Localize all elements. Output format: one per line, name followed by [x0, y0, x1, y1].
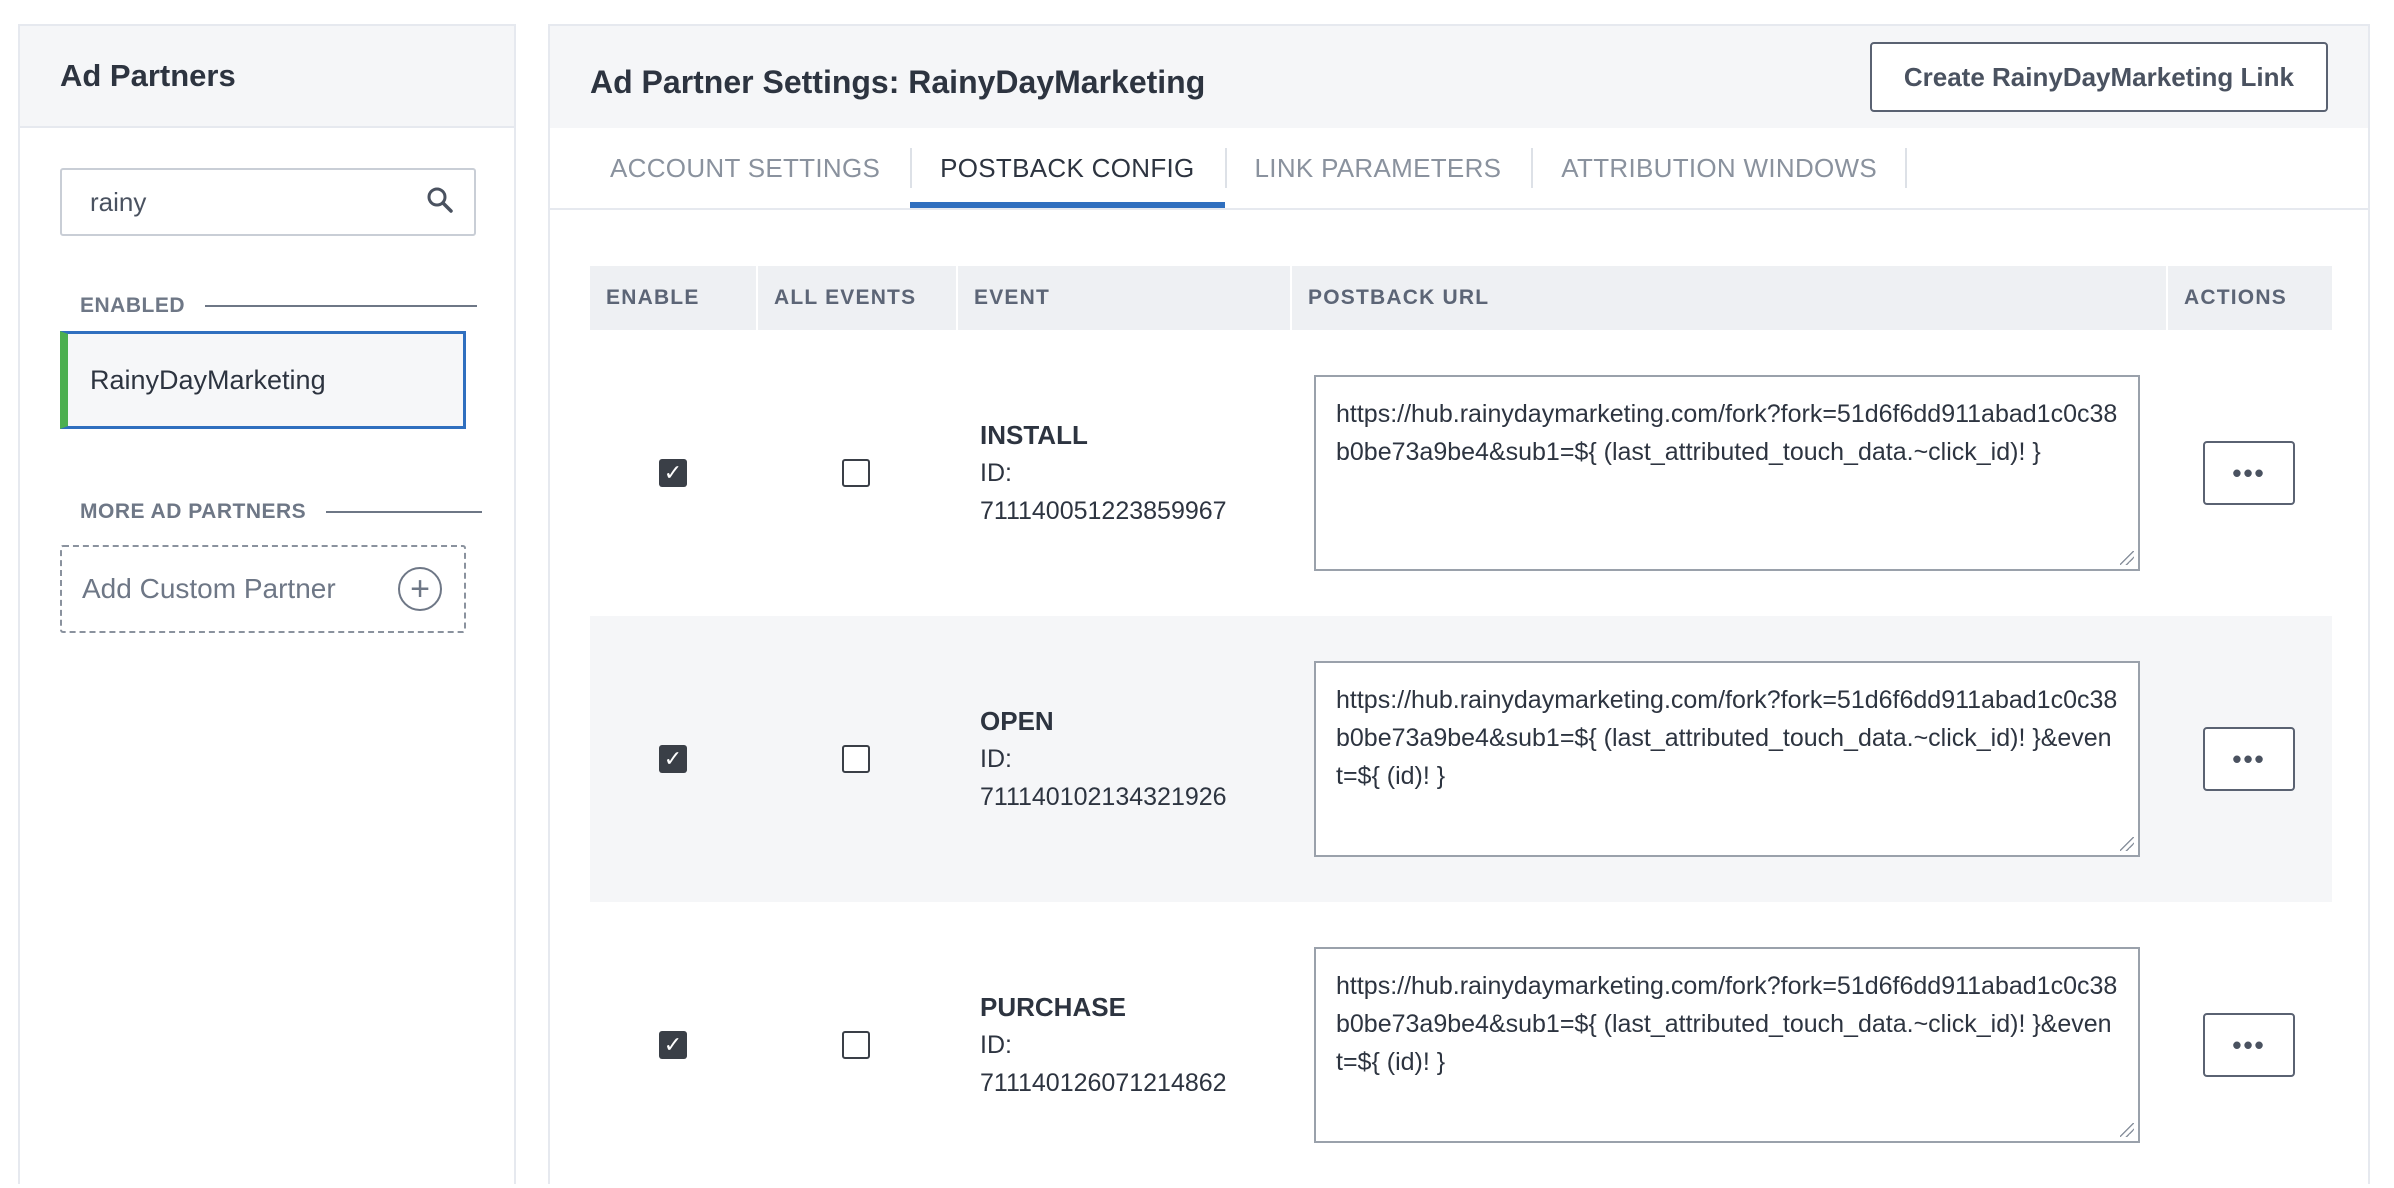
- partner-settings-panel: Ad Partner Settings: RainyDayMarketing C…: [548, 24, 2370, 1184]
- table-row: ✓ PURCHASE ID: 711140126071214862 https:…: [590, 902, 2332, 1188]
- event-name: OPEN: [980, 706, 1054, 736]
- row-actions-button[interactable]: •••: [2203, 727, 2295, 791]
- column-header-postback-url: POSTBACK URL: [1290, 266, 2166, 330]
- add-custom-partner-label: Add Custom Partner: [82, 573, 336, 604]
- row-actions-button[interactable]: •••: [2203, 1013, 2295, 1077]
- enable-checkbox[interactable]: ✓: [659, 459, 687, 487]
- event-id: 711140051223859967: [980, 497, 1227, 525]
- more-partners-label-text: MORE AD PARTNERS: [80, 500, 307, 523]
- event-id-label: ID:: [980, 459, 1012, 487]
- plus-circle-icon: +: [398, 567, 442, 611]
- tab-link-parameters[interactable]: LINK PARAMETERS: [1224, 128, 1532, 208]
- table-header: ENABLE ALL EVENTS EVENT POSTBACK URL ACT…: [590, 266, 2332, 330]
- event-id-label: ID:: [980, 745, 1012, 773]
- resize-handle-icon[interactable]: [2120, 1123, 2134, 1137]
- partner-search-box[interactable]: [60, 168, 476, 236]
- add-custom-partner-button[interactable]: Add Custom Partner +: [60, 545, 466, 633]
- all-events-checkbox[interactable]: [842, 459, 870, 487]
- enable-checkbox[interactable]: ✓: [659, 1031, 687, 1059]
- more-partners-section-label: MORE AD PARTNERS: [80, 500, 483, 524]
- tab-account-settings[interactable]: ACCOUNT SETTINGS: [580, 128, 910, 208]
- event-name: INSTALL: [980, 420, 1088, 450]
- event-id: 711140126071214862: [980, 1069, 1227, 1097]
- event-name: PURCHASE: [980, 992, 1126, 1022]
- column-header-event: EVENT: [956, 266, 1290, 330]
- enable-checkbox[interactable]: ✓: [659, 745, 687, 773]
- all-events-checkbox[interactable]: [842, 1031, 870, 1059]
- event-id-label: ID:: [980, 1031, 1012, 1059]
- ad-partners-sidebar: Ad Partners ENABLED RainyDayMarketing MO…: [18, 24, 516, 1184]
- panel-header: Ad Partner Settings: RainyDayMarketing C…: [550, 26, 2368, 210]
- settings-tabs: ACCOUNT SETTINGS POSTBACK CONFIG LINK PA…: [550, 128, 2368, 208]
- postback-url-text: https://hub.rainydaymarketing.com/fork?f…: [1336, 686, 2118, 790]
- tab-attribution-windows[interactable]: ATTRIBUTION WINDOWS: [1531, 128, 1907, 208]
- resize-handle-icon[interactable]: [2120, 551, 2134, 565]
- partner-item-rainydaymarketing[interactable]: RainyDayMarketing: [60, 331, 466, 429]
- event-id: 711140102134321926: [980, 783, 1227, 811]
- search-icon[interactable]: [426, 186, 454, 219]
- section-divider: [205, 305, 478, 307]
- postback-table: ENABLE ALL EVENTS EVENT POSTBACK URL ACT…: [590, 266, 2332, 1188]
- table-row: ✓ OPEN ID: 711140102134321926 https://hu…: [590, 616, 2332, 902]
- tab-postback-config[interactable]: POSTBACK CONFIG: [910, 128, 1225, 208]
- postback-url-field[interactable]: https://hub.rainydaymarketing.com/fork?f…: [1314, 375, 2140, 571]
- create-link-button[interactable]: Create RainyDayMarketing Link: [1869, 42, 2328, 112]
- page-title: Ad Partner Settings: RainyDayMarketing: [590, 64, 1206, 100]
- section-divider: [326, 511, 483, 513]
- postback-url-field[interactable]: https://hub.rainydaymarketing.com/fork?f…: [1314, 661, 2140, 857]
- partner-item-label: RainyDayMarketing: [90, 364, 326, 395]
- table-row: ✓ INSTALL ID: 711140051223859967 https:/…: [590, 330, 2332, 616]
- row-actions-button[interactable]: •••: [2203, 441, 2295, 505]
- sidebar-title: Ad Partners: [20, 26, 514, 128]
- postback-url-field[interactable]: https://hub.rainydaymarketing.com/fork?f…: [1314, 947, 2140, 1143]
- partner-search-input[interactable]: [90, 186, 390, 218]
- postback-url-text: https://hub.rainydaymarketing.com/fork?f…: [1336, 972, 2118, 1076]
- postback-url-text: https://hub.rainydaymarketing.com/fork?f…: [1336, 400, 2118, 466]
- column-header-all-events: ALL EVENTS: [756, 266, 956, 330]
- all-events-checkbox[interactable]: [842, 745, 870, 773]
- enabled-section-label: ENABLED: [80, 294, 478, 318]
- enabled-label-text: ENABLED: [80, 294, 186, 317]
- column-header-enable: ENABLE: [606, 286, 700, 309]
- column-header-actions: ACTIONS: [2166, 266, 2332, 330]
- resize-handle-icon[interactable]: [2120, 837, 2134, 851]
